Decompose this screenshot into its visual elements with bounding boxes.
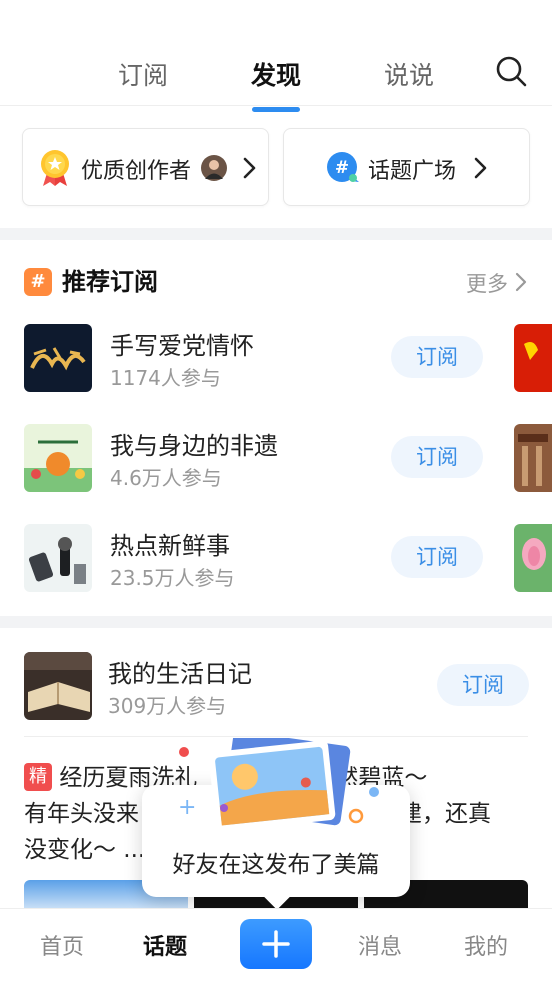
- topic-thumbnail: [24, 424, 92, 492]
- subscribe-button[interactable]: 订阅: [391, 536, 483, 578]
- bottom-nav: 首页 话题 消息 我的: [0, 908, 552, 981]
- topic-thumbnail-peek: [514, 324, 552, 392]
- participant-count: 23.5万人参与: [110, 566, 235, 590]
- topic-name: 我的生活日记: [108, 660, 252, 688]
- section-divider: [0, 616, 552, 628]
- creator-avatar: [201, 155, 227, 181]
- tooltip-text: 好友在这发布了美篇: [172, 852, 380, 878]
- nav-home[interactable]: 首页: [40, 929, 84, 961]
- tab-discover[interactable]: 发现: [251, 56, 302, 112]
- search-icon[interactable]: [494, 54, 528, 88]
- topic-thumbnail: [24, 652, 92, 720]
- subscribe-button[interactable]: 订阅: [437, 664, 529, 706]
- hash-bubble-icon: #: [327, 152, 359, 182]
- list-item[interactable]: 手写爱党情怀 1174人参与 订阅: [0, 314, 552, 404]
- feed-topic-row[interactable]: 我的生活日记 309万人参与 订阅: [0, 642, 552, 732]
- participant-count: 4.6万人参与: [110, 466, 222, 490]
- list-item[interactable]: 我与身边的非遗 4.6万人参与 订阅: [0, 414, 552, 504]
- chevron-right-icon: [243, 157, 256, 179]
- topic-square-card[interactable]: # 话题广场: [283, 128, 530, 206]
- topic-thumbnail-peek: [514, 424, 552, 492]
- participant-count: 1174人参与: [110, 366, 221, 390]
- featured-badge: 精: [24, 763, 52, 791]
- section-title: 推荐订阅: [62, 268, 158, 296]
- quality-creators-label: 优质创作者: [81, 159, 192, 184]
- divider: [24, 736, 528, 737]
- topic-thumbnail: [24, 524, 92, 592]
- topic-name: 手写爱党情怀: [110, 332, 254, 360]
- hash-badge-icon: #: [24, 268, 52, 296]
- subscribe-button[interactable]: 订阅: [391, 436, 483, 478]
- tab-subscribe[interactable]: 订阅: [118, 56, 168, 92]
- article-text-3: 没变化～ ...: [24, 837, 146, 863]
- tab-active-indicator: [252, 107, 300, 112]
- article-text-2: 有年头没来: [24, 801, 139, 827]
- topic-thumbnail: [24, 324, 92, 392]
- section-divider: [0, 228, 552, 240]
- plus-icon: [262, 930, 290, 958]
- top-tab-bar: 订阅 发现 说说: [0, 40, 552, 112]
- topic-name: 热点新鲜事: [110, 532, 230, 560]
- svg-text:+: +: [178, 795, 196, 820]
- tab-shuoshuo[interactable]: 说说: [384, 56, 434, 92]
- svg-text:#: #: [335, 158, 349, 178]
- subscribe-button[interactable]: 订阅: [391, 336, 483, 378]
- chevron-right-icon[interactable]: [514, 271, 528, 293]
- medal-icon: [41, 150, 69, 186]
- create-button[interactable]: [240, 919, 312, 969]
- nav-topics[interactable]: 话题: [143, 929, 187, 961]
- recommend-header: # 推荐订阅 更多: [24, 262, 528, 302]
- tab-discover-label: 发现: [251, 61, 302, 90]
- discover-page: 订阅 发现 说说 优质创作者 # 话题广场 # 推荐订阅 更多 手写爱党情怀 1…: [0, 0, 552, 981]
- topic-square-label: 话题广场: [368, 159, 457, 184]
- topic-thumbnail-peek: [514, 524, 552, 592]
- photos-illustration-icon: +: [178, 738, 379, 832]
- article-text-2-end: 建，还真: [399, 801, 491, 827]
- list-item[interactable]: 热点新鲜事 23.5万人参与 订阅: [0, 514, 552, 604]
- quality-creators-card[interactable]: 优质创作者: [22, 128, 269, 206]
- nav-mine[interactable]: 我的: [464, 929, 508, 961]
- topic-name: 我与身边的非遗: [110, 432, 278, 460]
- more-link[interactable]: 更多: [466, 268, 508, 298]
- nav-messages[interactable]: 消息: [358, 929, 402, 961]
- participant-count: 309万人参与: [108, 694, 227, 718]
- chevron-right-icon: [474, 157, 487, 179]
